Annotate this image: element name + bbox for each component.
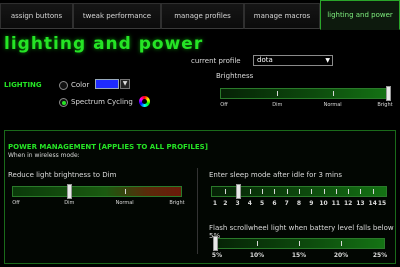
tab-label: manage profiles (174, 12, 231, 20)
slider-tick (360, 189, 362, 194)
slider-tick (348, 189, 350, 194)
sleep-mode-slider[interactable]: 1 2 3 4 5 6 7 8 9 10 11 12 13 14 15 (211, 184, 387, 210)
slider-tick (124, 189, 126, 194)
lighting-section-label: LIGHTING (4, 81, 42, 89)
tab-assign-buttons[interactable]: assign buttons (0, 3, 73, 29)
slider-tick (372, 189, 374, 194)
reduce-brightness-label: Reduce light brightness to Dim (8, 171, 117, 179)
tab-tweak-performance[interactable]: tweak performance (73, 3, 161, 29)
slider-tick-label: 14 (368, 200, 377, 207)
divider (197, 168, 198, 254)
slider-tick-label: 6 (272, 200, 277, 207)
slider-tick-label: Bright (169, 200, 185, 206)
tab-label: tweak performance (82, 12, 152, 20)
power-management-title: POWER MANAGEMENT [Applies to all profile… (8, 143, 208, 151)
slider-tick-label: 5 (260, 200, 265, 207)
spectrum-cycling-label: Spectrum Cycling (71, 98, 133, 106)
spectrum-cycling-radio[interactable] (59, 98, 68, 107)
slider-tick-label: Dim (64, 200, 75, 206)
slider-tick-label: 25% (372, 252, 388, 259)
slider-tick-labels: 1 2 3 4 5 6 7 8 9 10 11 12 13 14 15 (211, 200, 387, 208)
slider-tick-label: Off (12, 200, 20, 206)
slider-tick (225, 189, 227, 194)
slider-tick-label: 1 (212, 200, 218, 207)
slider-tick-label: Normal (323, 102, 342, 108)
tab-lighting-and-power[interactable]: lighting and power (320, 0, 400, 30)
profile-dropdown[interactable]: dota ▼ (253, 55, 333, 66)
page-title: lighting and power (4, 34, 204, 54)
brightness-slider[interactable]: Off Dim Normal Bright (220, 86, 393, 112)
slider-track (12, 186, 182, 197)
slider-tick-label: 7 (284, 200, 289, 207)
slider-track (220, 88, 390, 99)
slider-tick-label: Bright (377, 102, 393, 108)
slider-tick-label: 5% (211, 252, 223, 259)
reduce-brightness-slider[interactable]: Off Dim Normal Bright (12, 184, 185, 210)
chevron-down-icon: ▼ (325, 57, 330, 64)
slider-tick-label: 4 (247, 200, 252, 207)
tab-bar: assign buttons tweak performance manage … (0, 0, 400, 30)
slider-tick-label: 10% (249, 252, 265, 259)
brightness-label: Brightness (216, 72, 254, 80)
color-swatch[interactable] (95, 79, 119, 89)
slider-tick-labels: 5% 10% 15% 20% 25% (211, 252, 388, 260)
slider-tick-label: 20% (333, 252, 349, 259)
slider-tick-labels: Off Dim Normal Bright (220, 102, 393, 110)
tab-label: lighting and power (327, 11, 393, 19)
tab-label: manage macros (253, 12, 311, 20)
slider-thumb[interactable] (235, 184, 241, 199)
slider-tick-label: Normal (115, 200, 134, 206)
tab-manage-macros[interactable]: manage macros (244, 3, 320, 29)
slider-tick-label: 10 (319, 200, 328, 207)
slider-tick (286, 189, 288, 194)
slider-tick (311, 189, 313, 194)
battery-level-slider[interactable]: 5% 10% 15% 20% 25% (211, 236, 388, 262)
slider-tick-labels: Off Dim Normal Bright (12, 200, 185, 208)
slider-tick-label: 12 (343, 200, 353, 207)
slider-tick (277, 91, 279, 96)
slider-tick-label: 8 (296, 200, 302, 207)
slider-tick (249, 189, 251, 194)
slider-tick-label: 15 (377, 200, 387, 207)
tab-manage-profiles[interactable]: manage profiles (161, 3, 244, 29)
slider-tick-label: 13 (356, 200, 365, 207)
slider-tick-label: Off (220, 102, 228, 108)
color-wheel-icon (139, 96, 150, 107)
color-option-label: Color (71, 81, 90, 89)
tab-label: assign buttons (10, 12, 63, 20)
slider-tick-label: 3 (235, 200, 240, 207)
profile-selected-value: dota (257, 56, 273, 64)
sleep-mode-label: Enter sleep mode after idle for 3 mins (209, 171, 342, 179)
color-radio[interactable] (59, 81, 68, 90)
color-dropdown-button[interactable]: ▼ (120, 79, 130, 89)
current-profile-label: current profile (191, 57, 241, 65)
slider-tick (323, 189, 325, 194)
slider-tick-label: 9 (309, 200, 314, 207)
slider-tick (299, 241, 300, 246)
slider-thumb[interactable] (66, 184, 72, 199)
slider-thumb[interactable] (386, 86, 391, 101)
slider-tick (274, 189, 276, 194)
slider-tick-label: 11 (331, 200, 341, 207)
slider-tick (341, 241, 342, 246)
slider-thumb[interactable] (213, 236, 218, 251)
slider-tick-label: 2 (223, 200, 228, 207)
wireless-mode-subtitle: When in wireless mode: (8, 152, 80, 159)
chevron-down-icon: ▼ (122, 80, 128, 87)
slider-tick-label: Dim (272, 102, 283, 108)
slider-tick (299, 189, 300, 194)
slider-tick-label: 15% (291, 252, 307, 259)
slider-tick (332, 91, 334, 96)
slider-tick (257, 241, 258, 246)
slider-tick (335, 189, 337, 194)
slider-tick (262, 189, 264, 194)
